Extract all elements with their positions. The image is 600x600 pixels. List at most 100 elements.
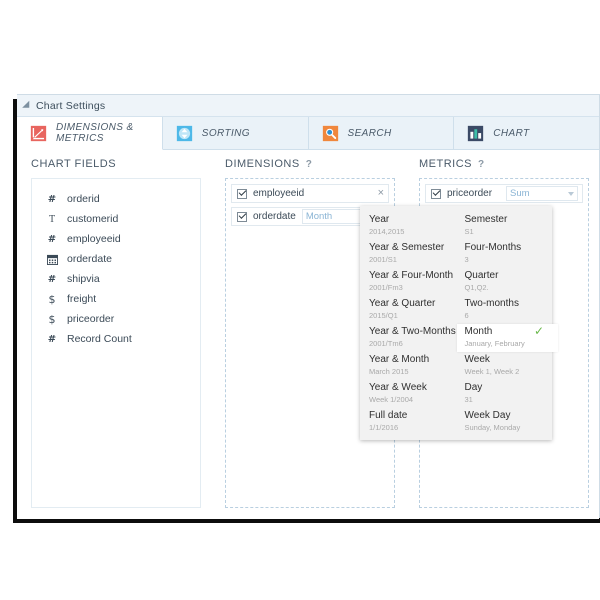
dimension-chip[interactable]: employeeid × xyxy=(231,184,389,203)
dropdown-item[interactable]: Year & Month March 2015 xyxy=(369,352,457,380)
dropdown-item[interactable]: Day 31 xyxy=(465,380,553,408)
metric-chip[interactable]: priceorder Sum xyxy=(425,184,583,203)
dropdown-item[interactable]: Quarter Q1,Q2. xyxy=(465,268,553,296)
tab-search-label: SEARCH xyxy=(347,127,392,139)
dropdown-item[interactable]: Week Week 1, Week 2 xyxy=(465,352,553,380)
dimensions-heading-label: DIMENSIONS xyxy=(225,158,300,170)
axes-chart-icon xyxy=(30,125,47,141)
date-granularity-dropdown[interactable]: Year 2014,2015 Year & Semester 2001/S1 Year … xyxy=(360,206,558,440)
remove-icon[interactable]: × xyxy=(374,188,384,199)
metrics-heading-label: METRICS xyxy=(419,158,472,170)
aggregation-select[interactable]: Sum xyxy=(506,186,578,201)
chart-field-row[interactable]: # shipvia xyxy=(40,269,192,289)
collapse-triangle-icon[interactable] xyxy=(22,100,33,111)
calendar-icon xyxy=(46,253,58,265)
chart-fields-list[interactable]: # orderid Tcustomerid # employeeid orderdate #… xyxy=(31,178,201,508)
dropdown-item-title: Four-Months xyxy=(464,242,522,253)
magnifier-icon xyxy=(322,125,338,141)
chart-fields-column: CHART FIELDS # orderid Tcustomerid # employe… xyxy=(17,158,211,519)
tab-bar: DIMENSIONS & METRICS SORTING SEARCH CHAR… xyxy=(17,117,599,150)
dropdown-item[interactable]: Year & Week Week 1/2004 xyxy=(369,380,457,408)
dropdown-item[interactable]: Year & Quarter 2015/Q1 xyxy=(369,296,457,324)
dropdown-item[interactable]: Year 2014,2015 xyxy=(369,212,457,240)
chart-field-label: employeeid xyxy=(67,233,121,245)
chip-label: orderdate xyxy=(253,211,296,222)
dropdown-item[interactable]: Two-months 6 xyxy=(465,296,553,324)
bar-chart-icon xyxy=(468,125,484,141)
metrics-help-icon[interactable]: ? xyxy=(478,159,485,170)
number-icon: # xyxy=(47,233,57,245)
chart-field-row[interactable]: # orderid xyxy=(40,189,192,209)
dropdown-item[interactable]: Year & Four-Month 2001/Fm3 xyxy=(369,268,457,296)
tab-sorting-label: SORTING xyxy=(201,127,250,139)
dimensions-help-icon[interactable]: ? xyxy=(306,159,313,170)
currency-icon: $ xyxy=(48,312,56,326)
currency-icon: $ xyxy=(48,292,56,306)
chart-field-row[interactable]: Tcustomerid xyxy=(40,209,192,229)
dropdown-item-title: Day xyxy=(464,382,483,393)
dropdown-left-column: Year 2014,2015 Year & Semester 2001/S1 Year … xyxy=(360,212,457,436)
dropdown-item-title: Week xyxy=(464,354,490,365)
chart-field-row[interactable]: $ priceorder xyxy=(40,309,192,329)
chart-fields-heading: CHART FIELDS xyxy=(31,158,201,170)
dropdown-item[interactable]: Year & Semester 2001/S1 xyxy=(369,240,457,268)
chart-field-label: orderid xyxy=(67,193,100,205)
number-icon: # xyxy=(47,273,57,285)
dropdown-item-sample: 1/1/2016 xyxy=(369,423,399,432)
number-icon: # xyxy=(47,333,57,345)
dropdown-item-title: Full date xyxy=(369,410,408,421)
dropdown-item-sample: Week 1/2004 xyxy=(369,395,414,404)
dropdown-item-sample: March 2015 xyxy=(369,367,409,376)
tab-sorting[interactable]: SORTING xyxy=(162,117,309,149)
dropdown-item-sample: Week 1, Week 2 xyxy=(464,367,520,376)
checkbox-icon[interactable] xyxy=(237,211,247,222)
sort-updown-icon xyxy=(176,125,192,141)
checkbox-icon[interactable] xyxy=(237,188,247,199)
dropdown-item-sample: 2014,2015 xyxy=(369,227,405,236)
metrics-heading: METRICS ? xyxy=(419,158,589,170)
window-titlebar: Chart Settings xyxy=(17,95,599,117)
dropdown-right-column: Semester S1 Four-Months 3 Quarter Q1,Q2. Two-m… xyxy=(456,212,558,436)
screenshot-root: Chart Settings DIMENSIONS & METRICS SORT… xyxy=(0,0,600,600)
chart-field-row[interactable]: orderdate xyxy=(40,249,192,269)
tab-dimensions-metrics[interactable]: DIMENSIONS & METRICS xyxy=(17,117,163,150)
chart-field-row[interactable]: # Record Count xyxy=(40,329,192,349)
chart-field-row[interactable]: $ freight xyxy=(40,289,192,309)
dropdown-item[interactable]: Four-Months 3 xyxy=(465,240,553,268)
aggregation-select-value: Sum xyxy=(510,188,530,199)
dropdown-item-title: Year & Semester xyxy=(369,242,445,253)
dropdown-item-sample: 3 xyxy=(464,255,469,264)
chart-field-row[interactable]: # employeeid xyxy=(40,229,192,249)
dropdown-item-sample: 2001/S1 xyxy=(369,255,397,264)
chip-label: priceorder xyxy=(447,188,493,199)
dropdown-item-sample: 2001/Tm6 xyxy=(369,339,403,348)
dropdown-item[interactable]: Semester S1 xyxy=(465,212,553,240)
chip-label: employeeid xyxy=(253,188,305,199)
dropdown-item-title: Week Day xyxy=(464,410,511,421)
dropdown-item-title: Semester xyxy=(464,214,508,225)
dropdown-item-title: Year & Month xyxy=(369,354,430,365)
chart-field-label: customerid xyxy=(67,213,119,225)
check-icon: ✓ xyxy=(533,324,544,338)
dropdown-item-title: Two-months xyxy=(464,298,519,309)
tab-dimensions-metrics-label: DIMENSIONS & METRICS xyxy=(56,122,134,144)
dropdown-item-sample: 2015/Q1 xyxy=(369,311,398,320)
dropdown-item[interactable]: Week Day Sunday, Monday xyxy=(465,408,553,436)
checkbox-icon[interactable] xyxy=(431,188,441,199)
dropdown-item-sample: Sunday, Monday xyxy=(464,423,521,432)
chart-field-label: Record Count xyxy=(67,333,132,345)
chart-field-label: freight xyxy=(67,293,97,305)
dropdown-item-sample: 6 xyxy=(464,311,469,320)
text-icon: T xyxy=(48,213,56,225)
tab-search[interactable]: SEARCH xyxy=(308,117,455,149)
chevron-down-icon xyxy=(568,191,574,196)
dropdown-item[interactable]: Full date 1/1/2016 xyxy=(369,408,457,436)
number-icon: # xyxy=(47,193,57,205)
tab-chart-label: CHART xyxy=(493,127,530,139)
chart-field-label: shipvia xyxy=(67,273,100,285)
tab-chart[interactable]: CHART xyxy=(454,117,599,149)
dropdown-item-title: Year & Week xyxy=(369,382,427,393)
dropdown-item[interactable]: Year & Two-Months 2001/Tm6 xyxy=(369,324,457,352)
dropdown-item-title: Year & Two-Months xyxy=(369,326,456,337)
dropdown-item[interactable]: Month January, February ✓ xyxy=(456,324,558,352)
